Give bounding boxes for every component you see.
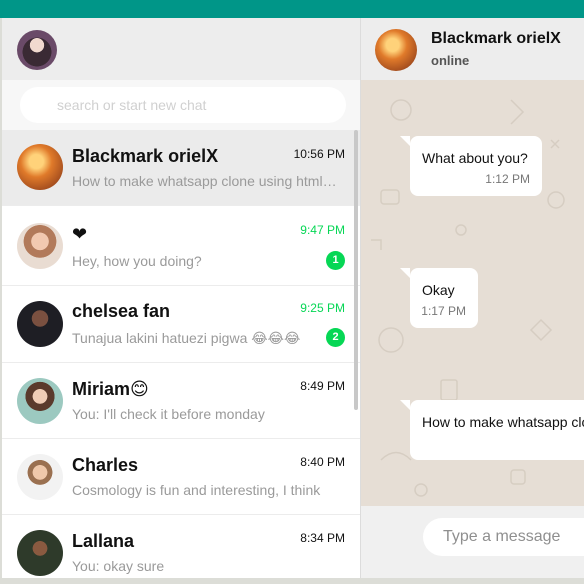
- app-window: Blackmark orielX 10:56 PM How to make wh…: [2, 18, 584, 578]
- contact-name: Blackmark orielX: [431, 30, 561, 47]
- chat-preview: You: I'll check it before monday: [72, 406, 265, 422]
- chat-name: Blackmark orielX: [72, 146, 219, 166]
- message-bubble: Okay 1:17 PM: [400, 268, 478, 328]
- chat-name: ❤: [72, 224, 88, 244]
- unread-badge: 1: [326, 251, 345, 270]
- unread-badge: 2: [326, 328, 345, 347]
- window-bottom-strip: [0, 578, 584, 584]
- chat-item-heart[interactable]: ❤ 9:47 PM Hey, how you doing? 1: [2, 206, 360, 286]
- avatar: [17, 378, 63, 424]
- chat-name: Charles: [72, 455, 139, 475]
- chat-list-scrollbar[interactable]: [354, 130, 358, 410]
- chat-item-chelsea-fan[interactable]: chelsea fan 9:25 PM Tunajua lakini hatue…: [2, 286, 360, 363]
- message-area: What about you? 1:12 PM Okay 1:17 PM How…: [361, 80, 584, 506]
- avatar: [17, 530, 63, 576]
- avatar: [17, 223, 63, 269]
- message-text: What about you?: [422, 150, 528, 166]
- message-time: 1:12 PM: [485, 172, 530, 186]
- message-input[interactable]: [423, 518, 584, 556]
- chat-time: 8:34 PM: [300, 531, 345, 545]
- message-bubble: How to make whatsapp clone using html cs…: [400, 400, 584, 460]
- contact-status: online: [431, 53, 470, 68]
- avatar: [17, 454, 63, 500]
- search-input[interactable]: [20, 87, 346, 123]
- sidebar-header: [2, 18, 360, 80]
- chat-preview: Cosmology is fun and interesting, I thin…: [72, 482, 321, 498]
- sidebar: Blackmark orielX 10:56 PM How to make wh…: [2, 18, 361, 578]
- chat-item-blackmark-orielx[interactable]: Blackmark orielX 10:56 PM How to make wh…: [2, 130, 360, 206]
- chat-time: 9:25 PM: [300, 301, 345, 315]
- chat-name: Lallana: [72, 531, 135, 551]
- chat-list: Blackmark orielX 10:56 PM How to make wh…: [2, 130, 360, 578]
- contact-avatar[interactable]: [375, 29, 417, 71]
- avatar: [17, 144, 63, 190]
- message-time: 1:17 PM: [421, 304, 466, 318]
- avatar: [17, 301, 63, 347]
- message-bubble: What about you? 1:12 PM: [400, 136, 542, 196]
- message-text: Okay: [422, 282, 455, 298]
- chat-time: 9:47 PM: [300, 223, 345, 237]
- conversation-panel: Blackmark orielX online What about you?: [361, 18, 584, 578]
- chat-item-charles[interactable]: Charles 8:40 PM Cosmology is fun and int…: [2, 439, 360, 515]
- message-composer: [361, 506, 584, 578]
- chat-item-miriam[interactable]: Miriam😊 8:49 PM You: I'll check it befor…: [2, 363, 360, 439]
- chat-name: Miriam😊: [72, 379, 149, 399]
- chat-preview: Hey, how you doing?: [72, 253, 202, 269]
- message-text: How to make whatsapp clone using html cs…: [422, 414, 584, 430]
- chat-name: chelsea fan: [72, 301, 171, 321]
- chat-preview: Tunajua lakini hatuezi pigwa 😂😂😂: [72, 330, 301, 346]
- chat-item-lallana[interactable]: Lallana 8:34 PM You: okay sure: [2, 515, 360, 578]
- app-top-bar: [0, 0, 584, 18]
- chat-time: 10:56 PM: [293, 147, 345, 161]
- search-area: [2, 80, 360, 130]
- chat-preview: You: okay sure: [72, 558, 165, 574]
- chat-time: 8:40 PM: [300, 455, 345, 469]
- conversation-header: Blackmark orielX online: [361, 18, 584, 80]
- my-profile-avatar[interactable]: [17, 30, 57, 70]
- chat-time: 8:49 PM: [300, 379, 345, 393]
- chat-preview: How to make whatsapp clone using html cs…: [72, 173, 338, 189]
